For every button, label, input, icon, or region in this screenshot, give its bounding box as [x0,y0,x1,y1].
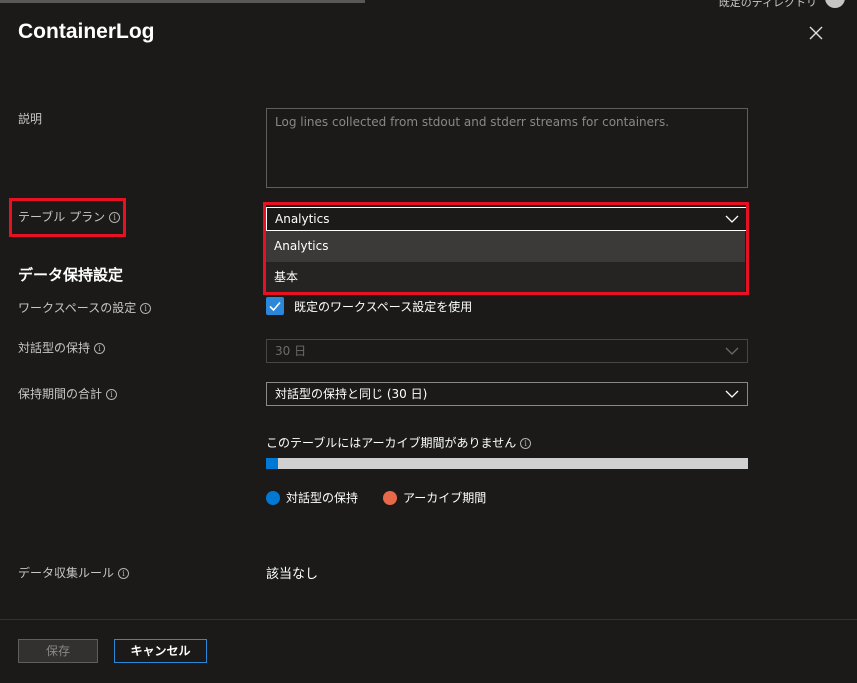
info-icon[interactable]: i [520,438,532,449]
info-icon[interactable]: i [106,389,118,400]
retention-progress-bar [266,458,748,469]
description-field[interactable]: Log lines collected from stdout and stde… [266,108,748,188]
save-button[interactable]: 保存 [18,639,98,663]
interactive-retention-value: 30 日 [275,344,307,358]
checkmark-icon [269,301,281,312]
retention-progress-fill [266,458,279,469]
legend-archive: アーカイブ期間 [383,489,486,506]
workspace-settings-label: ワークスペースの設定 i [18,299,152,316]
description-label: 説明 [18,112,43,126]
chevron-down-icon [725,347,739,355]
table-plan-label: テーブル プラン i [18,208,121,225]
cancel-button[interactable]: キャンセル [114,639,207,663]
dcr-value: 該当なし [266,567,319,582]
table-plan-dropdown-highlight [263,202,749,295]
legend-interactive: 対話型の保持 [266,489,358,506]
interactive-retention-label: 対話型の保持 i [18,339,106,356]
info-icon[interactable]: i [118,568,130,579]
total-retention-label-text: 保持期間の合計 [18,387,103,401]
interactive-retention-label-text: 対話型の保持 [18,341,91,355]
retention-section-title: データ保持設定 [18,266,124,284]
info-icon[interactable]: i [94,343,106,354]
description-placeholder: Log lines collected from stdout and stde… [275,115,670,129]
avatar[interactable] [825,0,845,8]
legend-archive-label: アーカイブ期間 [403,491,487,505]
legend-interactive-dot [266,491,280,505]
total-retention-label: 保持期間の合計 i [18,385,118,402]
use-workspace-default-label: 既定のワークスペース設定を使用 [294,300,473,314]
workspace-settings-label-text: ワークスペースの設定 [18,301,137,315]
archive-info-text: このテーブルにはアーカイブ期間がありません [266,436,517,450]
close-icon[interactable] [805,22,827,44]
dcr-label-text: データ収集ルール [18,566,115,580]
total-retention-select[interactable]: 対話型の保持と同じ (30 日) [266,382,748,406]
footer-divider [0,619,857,620]
progress-strip [0,0,365,3]
chevron-down-icon [725,390,739,398]
dcr-label: データ収集ルール i [18,564,130,581]
use-workspace-default-checkbox[interactable] [266,297,284,315]
directory-name: 既定のディレクトリ [718,0,817,9]
archive-info: このテーブルにはアーカイブ期間がありません i [266,434,532,451]
interactive-retention-select: 30 日 [266,339,748,363]
top-strip: 既定のディレクトリ [0,0,857,10]
info-icon[interactable]: i [140,303,152,314]
table-plan-label-text: テーブル プラン [18,210,106,224]
panel-title: ContainerLog [18,20,155,43]
info-icon[interactable]: i [109,212,121,223]
legend-interactive-label: 対話型の保持 [286,491,359,505]
total-retention-value: 対話型の保持と同じ (30 日) [275,387,428,401]
legend-archive-dot [383,491,397,505]
